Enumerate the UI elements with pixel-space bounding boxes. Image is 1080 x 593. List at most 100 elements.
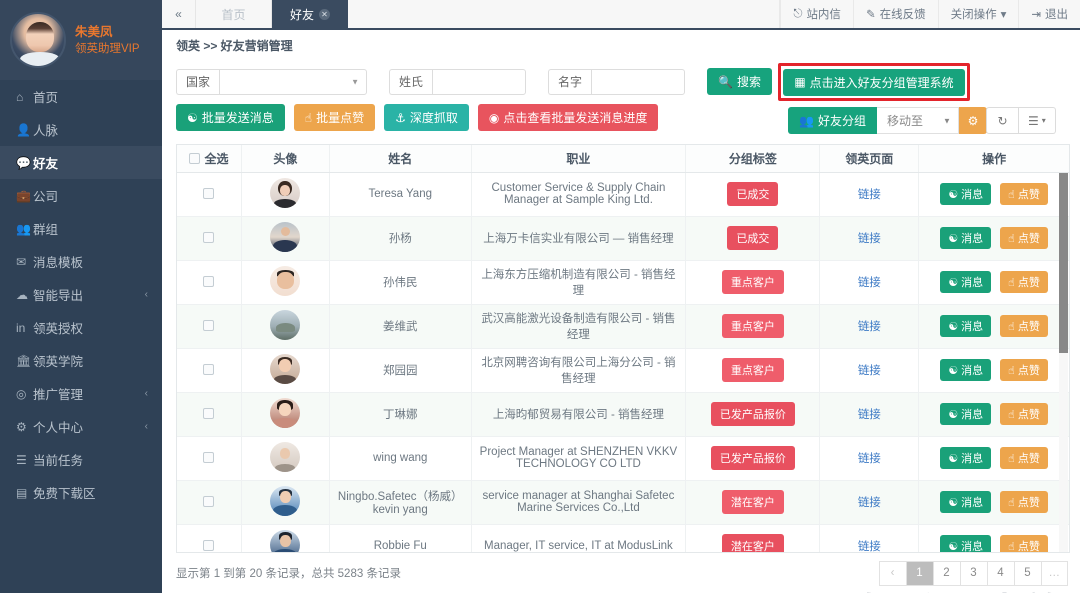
row-like-button[interactable]: ☝ 点赞 [1000, 315, 1048, 337]
sidebar-item-7[interactable]: in 领英授权 [0, 311, 162, 344]
page-content: 国家 ▼ 姓氏 名字 🔍 搜索 ☯ 批量发送消息 ☝ 批量点赞 ⚓ 深度抓取 ◉… [162, 60, 1080, 593]
row-like-label: 点赞 [1017, 277, 1040, 289]
sidebar-item-1[interactable]: 👤 人脉 [0, 113, 162, 146]
row-message-button[interactable]: ☯ 消息 [940, 491, 992, 513]
row-message-button[interactable]: ☯ 消息 [940, 403, 992, 425]
row-message-button[interactable]: ☯ 消息 [940, 359, 992, 381]
row-like-button[interactable]: ☝ 点赞 [1000, 271, 1048, 293]
view-send-progress-button[interactable]: ◉ 点击查看批量发送消息进度 [477, 104, 659, 131]
search-button[interactable]: 🔍 搜索 [707, 68, 773, 95]
row-message-button[interactable]: ☯ 消息 [940, 447, 992, 469]
row-like-button[interactable]: ☝ 点赞 [1000, 535, 1048, 552]
sidebar-item-11[interactable]: ☰ 当前任务 [0, 443, 162, 476]
enter-group-management-button[interactable]: ▦ 点击进入好友分组管理系统 [783, 68, 965, 96]
row-checkbox[interactable] [203, 496, 215, 508]
caret-down-icon: ▾ [1000, 9, 1007, 21]
row-checkbox[interactable] [203, 188, 215, 200]
row-checkbox[interactable] [203, 408, 215, 420]
tab-home[interactable]: 首页 [196, 0, 272, 28]
nav-feedback[interactable]: ✎ 在线反馈 [852, 0, 938, 28]
select-all-checkbox[interactable] [189, 152, 201, 164]
close-icon[interactable]: ✕ [319, 8, 330, 20]
scrollbar-thumb[interactable] [1059, 173, 1068, 353]
page-button-2[interactable]: 2 [932, 560, 960, 586]
row-checkbox[interactable] [203, 276, 215, 288]
col-page: 领英页面 [819, 145, 920, 173]
target-icon: ◎ [16, 386, 27, 401]
table-row: 姜维武 武汉高能激光设备制造有限公司 - 销售经理 重点客户 链接 ☯ 消息 ☝ 点赞 [177, 304, 1069, 349]
sidebar-item-8[interactable]: 🏛 领英学院 [0, 344, 162, 377]
page-button-3[interactable]: 3 [959, 560, 987, 586]
nav-close-ops[interactable]: 关闭操作 ▾ [937, 0, 1019, 28]
chevron-left-icon: ‹ [144, 421, 148, 432]
row-checkbox-cell [177, 348, 242, 393]
tab-friends[interactable]: 好友 ✕ [272, 0, 348, 28]
row-checkbox[interactable] [203, 364, 215, 376]
nav-inbox[interactable]: ⎋ 站内信 [780, 0, 853, 28]
page-button-1[interactable]: 1 [905, 560, 933, 586]
row-checkbox[interactable] [203, 320, 215, 332]
deep-crawl-button[interactable]: ⚓ 深度抓取 [384, 104, 469, 131]
group-settings-button[interactable]: ⚙ [958, 107, 987, 134]
page-button-‹[interactable]: ‹ [878, 560, 906, 586]
sidebar-item-5[interactable]: ✉ 消息模板 [0, 245, 162, 278]
topbar-spacer [348, 0, 781, 28]
linkedin-page-link[interactable]: 链接 [858, 277, 881, 289]
sidebar-item-label: 首页 [33, 91, 59, 105]
sidebar-item-12[interactable]: ▤ 免费下载区 [0, 476, 162, 509]
row-message-button[interactable]: ☯ 消息 [940, 315, 992, 337]
refresh-button[interactable]: ↻ [986, 107, 1019, 134]
row-like-button[interactable]: ☝ 点赞 [1000, 183, 1048, 205]
row-checkbox-cell [177, 172, 242, 217]
row-message-button[interactable]: ☯ 消息 [940, 183, 992, 205]
sidebar-item-0[interactable]: ⌂ 首页 [0, 80, 162, 113]
sidebar-collapse-icon[interactable]: « [162, 0, 196, 28]
linkedin-page-link[interactable]: 链接 [858, 497, 881, 509]
sidebar-item-10[interactable]: ⚙ 个人中心 ‹ [0, 410, 162, 443]
row-checkbox[interactable] [203, 232, 215, 244]
row-avatar-cell [241, 436, 330, 481]
row-message-button[interactable]: ☯ 消息 [940, 271, 992, 293]
page-button-…[interactable]: … [1040, 560, 1068, 586]
linkedin-page-link[interactable]: 链接 [858, 409, 881, 421]
nav-logout[interactable]: ⇥ 退出 [1018, 0, 1080, 28]
bulk-like-button[interactable]: ☝ 批量点赞 [293, 104, 376, 131]
page-button-5[interactable]: 5 [1013, 560, 1041, 586]
nav-close-ops-label: 关闭操作 [950, 9, 997, 21]
columns-icon: ☰ [1028, 113, 1039, 128]
country-filter: 国家 ▼ [176, 68, 368, 95]
linkedin-page-link[interactable]: 链接 [858, 453, 881, 465]
row-checkbox[interactable] [203, 540, 215, 552]
sidebar-item-3[interactable]: 💼 公司 [0, 179, 162, 212]
column-toggle-button[interactable]: ☰ ▾ [1019, 107, 1056, 134]
row-checkbox[interactable] [203, 452, 215, 464]
user-profile[interactable]: 朱美凤 领英助理VIP [0, 0, 162, 80]
linkedin-page-link[interactable]: 链接 [858, 189, 881, 201]
linkedin-page-link[interactable]: 链接 [858, 233, 881, 245]
row-like-button[interactable]: ☝ 点赞 [1000, 491, 1048, 513]
row-job: 上海万卡信实业有限公司 — 销售经理 [471, 216, 687, 261]
sidebar-item-6[interactable]: ☁ 智能导出 ‹ [0, 278, 162, 311]
row-message-button[interactable]: ☯ 消息 [940, 227, 992, 249]
status-badge: 已发产品报价 [710, 446, 795, 470]
friend-group-button[interactable]: 👥 好友分组 [788, 107, 877, 134]
breadcrumb: 领英 >> 好友营销管理 [162, 30, 1080, 60]
page-button-4[interactable]: 4 [986, 560, 1014, 586]
row-like-button[interactable]: ☝ 点赞 [1000, 447, 1048, 469]
bulk-send-message-button[interactable]: ☯ 批量发送消息 [176, 104, 285, 131]
linkedin-page-link[interactable]: 链接 [858, 365, 881, 377]
move-to-select[interactable]: 移动至 ▼ [876, 107, 959, 134]
row-like-button[interactable]: ☝ 点赞 [1000, 227, 1048, 249]
lastname-input[interactable] [432, 68, 527, 95]
row-like-button[interactable]: ☝ 点赞 [1000, 359, 1048, 381]
sidebar-item-4[interactable]: 👥 群组 [0, 212, 162, 245]
row-message-button[interactable]: ☯ 消息 [940, 535, 992, 552]
row-like-button[interactable]: ☝ 点赞 [1000, 403, 1048, 425]
linkedin-page-link[interactable]: 链接 [858, 321, 881, 333]
firstname-input[interactable] [591, 68, 686, 95]
sidebar-item-2[interactable]: 💬 好友 [0, 146, 162, 179]
country-select[interactable] [219, 68, 368, 95]
sidebar-item-9[interactable]: ◎ 推广管理 ‹ [0, 377, 162, 410]
col-job: 职业 [471, 145, 687, 173]
linkedin-page-link[interactable]: 链接 [858, 541, 881, 552]
